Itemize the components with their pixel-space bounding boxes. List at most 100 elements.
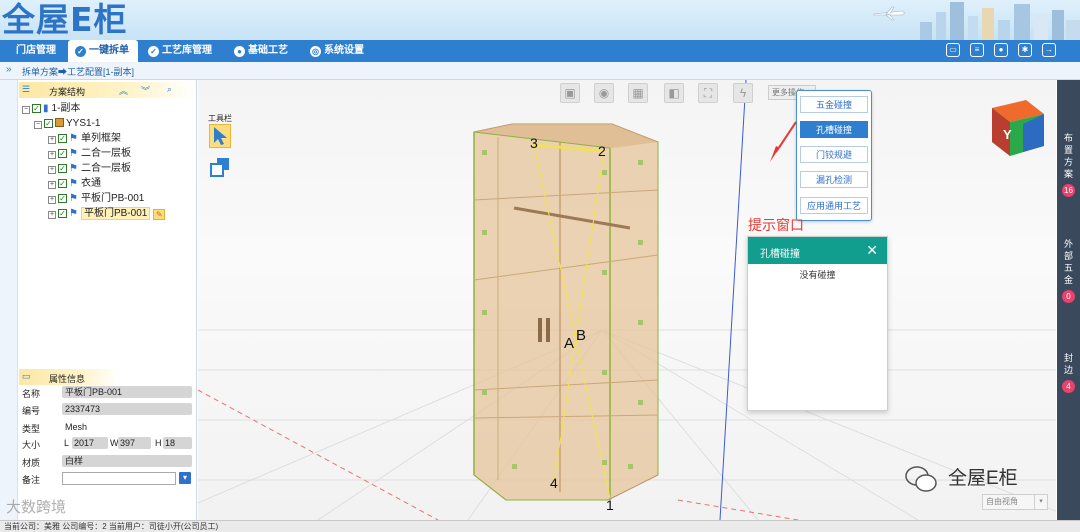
watermark-bottom: 大数跨境 [6,499,67,516]
nav-label: 系统设置 [324,45,364,56]
gear-icon[interactable]: ✱ [1018,43,1032,57]
nav-store-management[interactable]: 门店管理 [10,40,68,62]
select-pointer-icon[interactable] [209,124,231,148]
tree-node[interactable]: − ✓ YYS1-1 [34,117,100,131]
code-field[interactable]: 2337473 [62,403,192,415]
right-rail: 布置方案 16 外部五金 0 封边 4 [1057,80,1080,520]
nav-process-library[interactable]: ✓ 工艺库管理 [148,40,226,62]
name-field[interactable]: 平板门PB-001 [62,386,192,398]
monitor-icon[interactable]: ▭ [946,43,960,57]
checkbox[interactable]: ✓ [58,149,67,158]
checkbox[interactable]: ✓ [58,134,67,143]
more-actions-menu: 五金碰撞 孔槽碰撞 门铰规避 漏孔检测 应用通用工艺 [796,90,872,221]
nav-basic-process[interactable]: ● 基础工艺 [234,40,304,62]
check-circle-icon: ✓ [148,46,159,57]
left-collapse-strip[interactable] [0,80,18,520]
expand-chevrons-icon[interactable]: » [6,64,12,75]
expand-toggle-icon[interactable]: + [48,211,56,219]
menu-item-hinge-avoid[interactable]: 门铰规避 [800,146,868,163]
main-nav: 门店管理 ✓ 一键拆单 ✓ 工艺库管理 ● 基础工艺 ◎ 系统设置 ▭ ≡ ● ✱ → [0,40,1080,62]
list-icon: ☰ [22,84,31,94]
user-icon[interactable]: ● [994,43,1008,57]
expand-toggle-icon[interactable]: + [48,151,56,159]
prop-label: 备注 [22,475,41,485]
3d-viewport[interactable]: 3 2 A B 4 1 Y ▣ ◉ ▦ ◧ ⛶ ϟ 更多操作 工具栏 五金碰撞 … [198,80,1056,520]
rail-item-edge-banding[interactable]: 封边 4 [1057,352,1080,393]
note-input[interactable] [62,472,176,485]
prop-label: 名称 [22,389,41,399]
fullscreen-icon[interactable]: ⛶ [698,83,718,103]
copy-tool-icon[interactable] [209,156,231,178]
props-panel-title: 属性信息 [49,374,86,384]
length-field[interactable]: 2017 [72,437,108,449]
checkbox[interactable]: ✓ [58,164,67,173]
save-icon[interactable]: ▾ [179,472,191,484]
tree-panel-title: 方案结构 [49,87,86,97]
edit-icon[interactable]: ✎ [153,209,166,220]
expand-all-icon[interactable]: ︾ [141,84,150,97]
exit-icon[interactable]: → [1042,43,1056,57]
checkbox[interactable]: ✓ [58,179,67,188]
checkbox[interactable]: ✓ [44,119,53,128]
prop-row-size: 大小 L 2017 W 397 H 18 [22,437,197,451]
tree-node[interactable]: + ✓ ⚑ 平板门PB-001 [48,192,144,206]
material-field[interactable]: 白样 [62,455,192,467]
type-value: Mesh [65,422,88,432]
expand-toggle-icon[interactable]: + [48,166,56,174]
search-icon[interactable]: ⌕ [167,84,172,95]
length-label: L [64,438,70,448]
menu-item-hardware-collision[interactable]: 五金碰撞 [800,96,868,113]
scene-canvas[interactable]: 3 2 A B 4 1 Y [198,80,1056,520]
flash-icon[interactable]: ϟ [733,83,753,103]
target-icon[interactable]: ◉ [594,83,614,103]
collapse-all-icon[interactable]: ︽ [119,84,128,97]
height-field[interactable]: 18 [163,437,192,449]
tree-node[interactable]: + ✓ ⚑ 二合一层板 [48,147,131,161]
menu-item-missing-hole[interactable]: 漏孔检测 [800,171,868,188]
menu-item-hole-collision[interactable]: 孔槽碰撞 [800,121,868,138]
expand-toggle-icon[interactable]: + [48,196,56,204]
layers-icon[interactable]: ◧ [664,83,684,103]
nav-label: 门店管理 [16,45,56,56]
chevron-down-icon: ▾ [1034,495,1047,509]
prop-label: 类型 [22,424,41,434]
flag-icon: ⚑ [69,163,78,174]
collapse-toggle-icon[interactable]: − [34,121,42,129]
height-label: H [155,438,162,448]
rail-item-layout[interactable]: 布置方案 16 [1057,132,1080,197]
checkbox[interactable]: ✓ [58,194,67,203]
app-logo: 全屋E柜 [2,0,128,39]
nav-label: 一键拆单 [89,45,129,56]
expand-toggle-icon[interactable]: + [48,136,56,144]
view-cube[interactable]: Y [992,100,1044,156]
tree-node[interactable]: + ✓ ⚑ 单列框架 [48,132,121,146]
prop-row-note: 备注 ▾ [22,472,197,486]
expand-toggle-icon[interactable]: + [48,181,56,189]
tree-node-selected[interactable]: + ✓ ⚑ 平板门PB-001 ✎ [48,207,166,221]
box-view-icon[interactable]: ▣ [560,83,580,103]
document-icon[interactable]: ≡ [970,43,984,57]
close-icon[interactable]: ✕ [866,242,878,258]
tree-node[interactable]: + ✓ ⚑ 二合一层板 [48,162,131,176]
tree-node[interactable]: + ✓ ⚑ 衣通 [48,177,101,191]
menu-item-apply-common-process[interactable]: 应用通用工艺 [800,197,868,214]
rail-label: 布置方案 [1063,133,1073,179]
3d-box-icon[interactable]: ▦ [628,83,648,103]
tree-node[interactable]: − ✓ ▮ 1-副本 [22,102,80,116]
wardrobe-model[interactable] [473,123,659,501]
flag-icon: ⚑ [69,178,78,189]
flag-icon: ⚑ [69,133,78,144]
collapse-toggle-icon[interactable]: − [22,106,30,114]
width-field[interactable]: 397 [118,437,151,449]
y-axis-line [719,80,747,520]
breadcrumb[interactable]: 拆单方案➡工艺配置[1-副本] [22,65,134,78]
nav-label: 工艺库管理 [162,45,212,56]
nav-one-click-split[interactable]: ✓ 一键拆单 [68,40,138,62]
rail-item-hardware[interactable]: 外部五金 0 [1057,238,1080,303]
point-label-1: 1 [606,497,614,513]
nav-system-settings[interactable]: ◎ 系统设置 [310,40,380,62]
tree-node-label: 1-副本 [51,103,81,114]
checkbox[interactable]: ✓ [58,209,67,218]
checkbox[interactable]: ✓ [32,104,41,113]
view-mode-select[interactable]: 自由视角 ▾ [982,494,1048,510]
